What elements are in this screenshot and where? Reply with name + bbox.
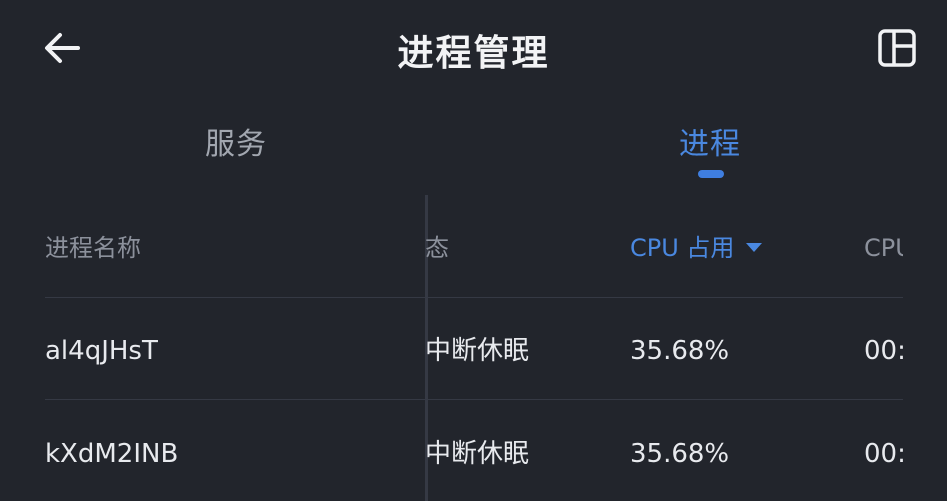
- tab-bar: 服务 进程: [0, 105, 947, 185]
- table-header-row: 进程名称 态 CPU 占用 CPU: [45, 195, 903, 298]
- column-header-cpu-usage[interactable]: CPU 占用: [630, 195, 840, 297]
- process-cpu-usage: 35.68%: [630, 439, 730, 469]
- process-state: 中断休眠: [425, 336, 530, 366]
- process-cpu-time: 00:: [864, 439, 903, 469]
- tab-processes-label: 进程: [679, 127, 741, 162]
- process-manager-screen: 进程管理 服务 进程 进程名称 态 CPU 占用 CPU al4qJHsT: [0, 0, 947, 501]
- process-state: 中断休眠: [425, 439, 530, 469]
- layout-toggle-button[interactable]: [871, 22, 923, 74]
- header-bar: 进程管理: [0, 0, 947, 95]
- active-tab-indicator: [698, 170, 724, 178]
- process-name: kXdM2INB: [45, 439, 179, 469]
- table-row[interactable]: kXdM2INB 中断休眠 35.68% 00:: [45, 401, 903, 501]
- tab-services-label: 服务: [205, 127, 267, 162]
- process-cpu-time: 00:: [864, 336, 903, 366]
- sort-desc-icon: [746, 242, 763, 252]
- tab-services[interactable]: 服务: [86, 105, 386, 185]
- row-divider: [45, 399, 903, 400]
- column-header-name[interactable]: 进程名称: [45, 195, 405, 297]
- process-table[interactable]: 进程名称 态 CPU 占用 CPU al4qJHsT 中断休眠 35.68% 0…: [0, 195, 947, 501]
- page-title: 进程管理: [397, 33, 550, 74]
- column-header-state[interactable]: 态: [425, 195, 615, 297]
- tab-processes[interactable]: 进程: [560, 105, 860, 185]
- layout-panel-icon: [878, 29, 916, 67]
- table-row[interactable]: al4qJHsT 中断休眠 35.68% 00:: [45, 298, 903, 400]
- column-header-cpu-usage-label: CPU 占用: [630, 234, 735, 262]
- column-header-cpu-time[interactable]: CPU: [864, 195, 903, 297]
- process-name: al4qJHsT: [45, 336, 158, 366]
- process-cpu-usage: 35.68%: [630, 336, 730, 366]
